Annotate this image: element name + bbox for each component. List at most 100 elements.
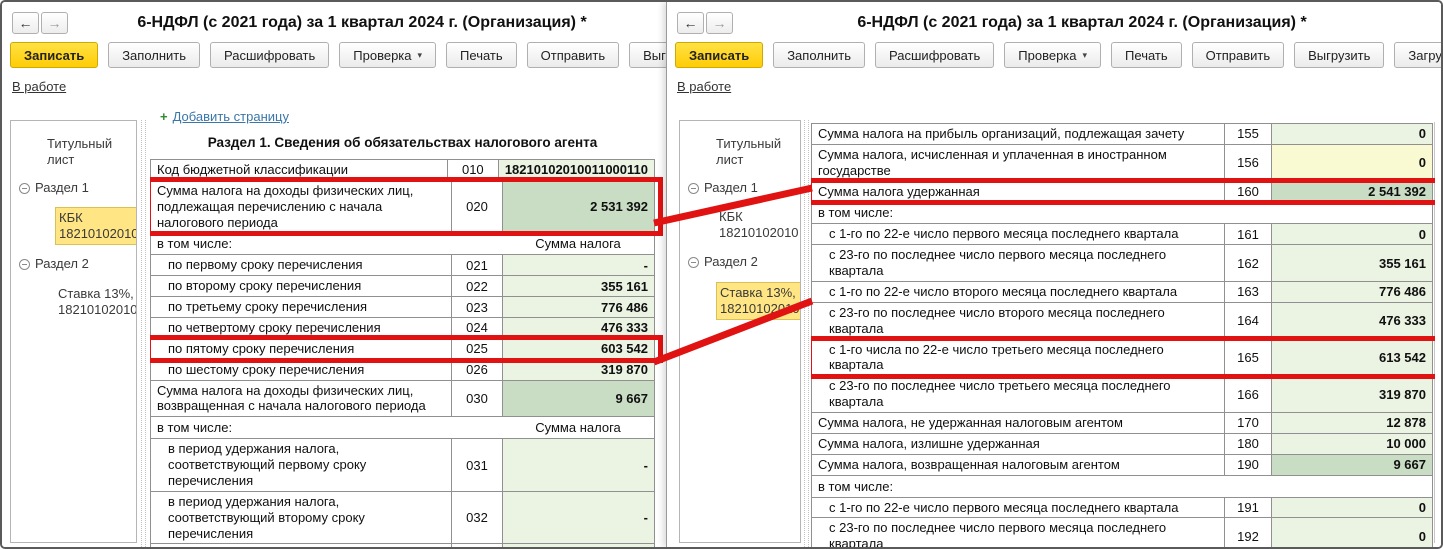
- sidebar-item-title-page[interactable]: Титульный лист: [11, 136, 136, 169]
- sidebar-item-title-page[interactable]: Титульный лист: [680, 136, 800, 169]
- app-window: ← → 6-НДФЛ (с 2021 года) за 1 квартал 20…: [0, 0, 1443, 549]
- field-label: Сумма налога, не удержанная налоговым аг…: [818, 415, 1123, 431]
- field-value-165[interactable]: 613 542: [1272, 339, 1432, 376]
- forward-icon[interactable]: →: [706, 11, 733, 34]
- back-icon[interactable]: ←: [12, 11, 39, 34]
- field-value-024[interactable]: 476 333: [503, 318, 654, 338]
- send-button[interactable]: Отправить: [526, 42, 620, 68]
- field-value-170[interactable]: 12 878: [1272, 413, 1432, 433]
- sidebar-item-label: Титульный лист: [47, 136, 113, 168]
- field-value-192[interactable]: 0: [1272, 518, 1432, 547]
- field-value-025[interactable]: 603 542: [503, 338, 654, 359]
- field-value-160[interactable]: 2 541 392: [1272, 181, 1432, 202]
- table-subheader-row: в том числе: Сумма налога: [150, 417, 655, 440]
- splitter[interactable]: [804, 120, 809, 547]
- field-code: 026: [451, 359, 503, 380]
- button-label: Выгрузить: [1308, 47, 1371, 63]
- field-code: 023: [451, 297, 503, 318]
- table-row: с 23-го по последнее число первого месяц…: [811, 245, 1433, 283]
- field-code: 155: [1224, 124, 1272, 144]
- field-label: с 23-го по последнее число второго месяц…: [829, 304, 1165, 336]
- sidebar-item-kbk[interactable]: КБК 18210102010: [680, 207, 800, 244]
- sidebar-item-rate-13[interactable]: Ставка 13%, 18210102010: [11, 284, 136, 321]
- import-button[interactable]: Загрузить: [1394, 42, 1441, 68]
- add-page-link[interactable]: Добавить страницу: [173, 109, 289, 124]
- table-row: в период удержания налога, соответствующ…: [150, 544, 655, 547]
- status-link[interactable]: В работе: [677, 79, 731, 94]
- field-value-010[interactable]: 18210102010011000110: [498, 160, 654, 180]
- field-value-026[interactable]: 319 870: [503, 359, 654, 380]
- field-value-020[interactable]: 2 531 392: [503, 180, 654, 233]
- decipher-button[interactable]: Расшифровать: [210, 42, 330, 68]
- field-code: 161: [1224, 224, 1272, 245]
- field-value-031[interactable]: -: [503, 439, 654, 491]
- sidebar-item-kbk[interactable]: КБК 18210102010: [11, 206, 136, 246]
- fill-button[interactable]: Заполнить: [108, 42, 201, 68]
- table-row: по третьему сроку перечисления 023 776 486: [150, 297, 655, 319]
- back-icon[interactable]: ←: [677, 11, 704, 34]
- field-label: с 23-го по последнее число первого месяц…: [829, 247, 1167, 279]
- field-value-022[interactable]: 355 161: [503, 276, 654, 297]
- check-button[interactable]: Проверка ▾: [1004, 42, 1102, 68]
- sidebar-item-label: Раздел 1: [35, 179, 89, 195]
- button-label: Выгрузить: [643, 47, 666, 63]
- field-value-033[interactable]: [503, 544, 654, 547]
- field-value-156[interactable]: 0: [1272, 144, 1432, 181]
- field-value-163[interactable]: 776 486: [1272, 282, 1432, 302]
- save-button[interactable]: Записать: [10, 42, 99, 68]
- field-label: с 23-го по последнее число первого месяц…: [829, 520, 1167, 547]
- field-value-190[interactable]: 9 667: [1272, 454, 1432, 475]
- field-value-191[interactable]: 0: [1272, 497, 1432, 518]
- table-row: Сумма налога, не удержанная налоговым аг…: [811, 413, 1433, 434]
- sidebar-item-label: Титульный лист: [716, 136, 782, 168]
- form-sections-sidebar: Титульный лист Раздел 1 КБК 18210102010 Раз…: [10, 120, 137, 543]
- sidebar-item-section-2[interactable]: Раздел 2: [11, 256, 136, 272]
- table-row: в период удержания налога, соответствующ…: [150, 491, 655, 545]
- field-value-023[interactable]: 776 486: [503, 297, 654, 318]
- form-table: Код бюджетной классификации 010 1821010201…: [150, 159, 663, 547]
- forward-icon[interactable]: →: [41, 11, 68, 34]
- value-column-header: Сумма налога: [535, 236, 621, 252]
- field-value-155[interactable]: 0: [1272, 124, 1432, 144]
- field-value-164[interactable]: 476 333: [1272, 302, 1432, 339]
- field-label: с 1-го по 22-е число первого месяца посл…: [829, 499, 1179, 515]
- field-value-030[interactable]: 9 667: [503, 380, 654, 417]
- collapse-icon[interactable]: [19, 259, 30, 271]
- field-value-032[interactable]: -: [503, 491, 654, 544]
- table-row: с 1-го числа по 22-е число третьего меся…: [811, 335, 1435, 380]
- splitter[interactable]: [141, 120, 146, 547]
- decipher-button[interactable]: Расшифровать: [875, 42, 995, 68]
- vertical-scrollbar[interactable]: [1434, 122, 1437, 543]
- sidebar-item-rate-13[interactable]: Ставка 13%, 18210102010: [680, 281, 800, 320]
- table-subheader-row: в том числе: Сумма налога: [150, 233, 655, 256]
- export-button[interactable]: Выгрузить: [1294, 42, 1385, 68]
- fill-button[interactable]: Заполнить: [773, 42, 866, 68]
- field-label: Сумма налога, излишне удержанная: [818, 435, 1040, 451]
- sidebar-item-section-2[interactable]: Раздел 2: [680, 254, 800, 270]
- collapse-icon[interactable]: [688, 182, 699, 194]
- button-label: Заполнить: [787, 47, 852, 63]
- field-value-180[interactable]: 10 000: [1272, 433, 1432, 454]
- field-value-166[interactable]: 319 870: [1272, 376, 1432, 413]
- button-label: Загрузить: [1408, 47, 1441, 63]
- check-button[interactable]: Проверка ▾: [339, 42, 437, 68]
- field-code: 163: [1224, 282, 1272, 302]
- form-area: Сумма налога на прибыль организаций, под…: [811, 123, 1435, 547]
- sidebar-item-section-1[interactable]: Раздел 1: [680, 180, 800, 196]
- collapse-icon[interactable]: [688, 257, 699, 269]
- collapse-icon[interactable]: [19, 182, 30, 194]
- field-value-021[interactable]: -: [503, 255, 654, 276]
- sidebar-item-label: Раздел 1: [704, 179, 758, 195]
- save-button[interactable]: Записать: [675, 42, 764, 68]
- field-value-161[interactable]: 0: [1272, 224, 1432, 245]
- status-link[interactable]: В работе: [12, 79, 66, 94]
- send-button[interactable]: Отправить: [1191, 42, 1285, 68]
- print-button[interactable]: Печать: [446, 42, 517, 68]
- export-button[interactable]: Выгрузить: [629, 42, 666, 68]
- print-button[interactable]: Печать: [1111, 42, 1182, 68]
- field-code: 190: [1224, 454, 1272, 475]
- nav-row: ← → 6-НДФЛ (с 2021 года) за 1 квартал 20…: [2, 2, 666, 38]
- sidebar-item-section-1[interactable]: Раздел 1: [11, 180, 136, 196]
- field-value-162[interactable]: 355 161: [1272, 245, 1432, 282]
- table-row: по второму сроку перечисления 022 355 161: [150, 276, 655, 298]
